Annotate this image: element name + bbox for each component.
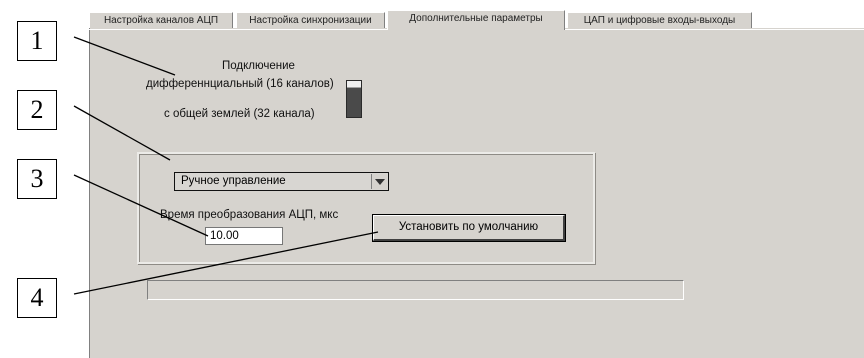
callout-1: 1: [17, 21, 57, 61]
tab-dac-digital-io[interactable]: ЦАП и цифровые входы-выходы: [567, 12, 752, 28]
callout-2: 2: [17, 90, 57, 130]
conversion-time-input[interactable]: 10.00: [205, 227, 283, 245]
connection-toggle-switch[interactable]: [346, 80, 362, 118]
adc-settings-group: [137, 152, 595, 264]
callout-3: 3: [17, 159, 57, 199]
callout-4: 4: [17, 278, 57, 318]
set-default-button[interactable]: Установить по умолчанию: [372, 214, 566, 242]
connection-option-common-ground: с общей землей (32 канала): [164, 108, 315, 120]
chevron-down-icon[interactable]: [371, 174, 387, 189]
tab-additional-parameters[interactable]: Дополнительные параметры: [387, 10, 565, 30]
conversion-time-label: Время преобразования АЦП, мкс: [160, 209, 339, 221]
mode-dropdown[interactable]: Ручное управление: [174, 172, 389, 191]
progress-bar: [147, 280, 684, 300]
connection-option-differential: дифференнциальный (16 каналов): [146, 78, 334, 90]
mode-dropdown-value: Ручное управление: [181, 175, 286, 187]
tab-bar: Настройка каналов АЦП Настройка синхрони…: [89, 10, 864, 30]
switch-knob[interactable]: [347, 81, 361, 88]
tab-synchronization[interactable]: Настройка синхронизации: [236, 12, 385, 28]
tab-adc-channels[interactable]: Настройка каналов АЦП: [89, 12, 233, 28]
connection-title: Подключение: [222, 60, 295, 72]
